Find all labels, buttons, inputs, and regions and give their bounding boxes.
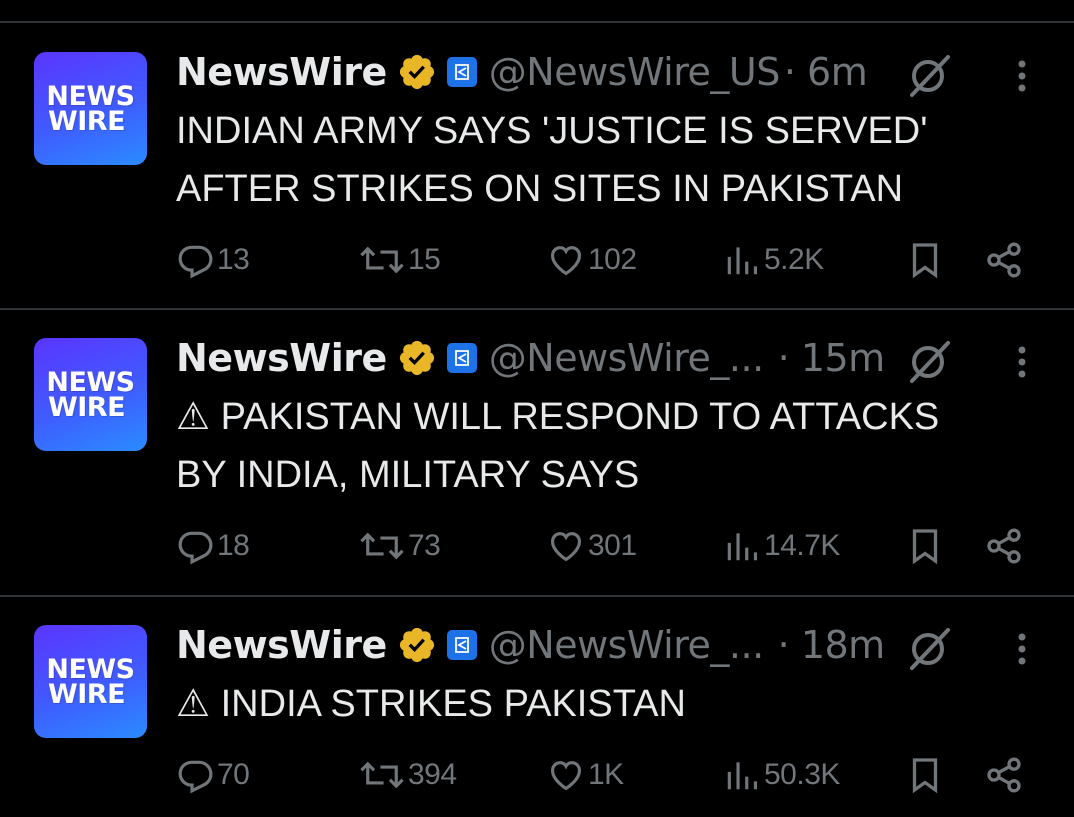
more-icon[interactable] (1010, 342, 1034, 382)
reply-icon (178, 531, 213, 565)
more-icon[interactable] (1010, 56, 1034, 96)
affiliate-badge-icon[interactable] (446, 57, 477, 87)
views-count: 14.7K (764, 529, 840, 562)
author-handle[interactable]: @NewsWire_... (489, 623, 764, 667)
bookmark-button[interactable] (907, 526, 943, 566)
like-button[interactable]: 102 (546, 240, 637, 280)
verified-badge-icon[interactable] (397, 52, 437, 92)
share-icon (987, 242, 1021, 278)
affiliate-badge-icon[interactable] (446, 630, 477, 660)
views-count: 5.2K (764, 243, 824, 276)
divider (0, 308, 1074, 310)
avatar-text-news: NEWS (46, 366, 135, 398)
views-count: 50.3K (764, 758, 840, 791)
author-name[interactable]: NewsWire (176, 336, 387, 380)
tweet-text-line: ⚠ PAKISTAN WILL RESPOND TO ATTACKS (176, 396, 940, 438)
views-icon (727, 762, 758, 790)
bookmark-icon (912, 529, 938, 565)
tweet-text-line: AFTER STRIKES ON SITES IN PAKISTAN (176, 168, 904, 210)
author-handle[interactable]: @NewsWire_... (489, 336, 764, 380)
retweet-icon (360, 246, 404, 274)
tweet-text[interactable]: ⚠ INDIA STRIKES PAKISTAN (176, 675, 1026, 733)
more-icon[interactable] (1010, 629, 1034, 669)
reply-count: 13 (217, 243, 250, 276)
retweet-count: 15 (408, 243, 441, 276)
affiliate-badge-icon[interactable] (446, 343, 477, 373)
views-button[interactable]: 50.3K (722, 755, 840, 795)
retweet-button[interactable]: 394 (358, 755, 457, 795)
tweet-text-line: ⚠ INDIA STRIKES PAKISTAN (176, 683, 686, 725)
reply-button[interactable]: 70 (177, 755, 250, 795)
avatar-text-wire: WIRE (47, 678, 126, 710)
share-icon (987, 757, 1021, 793)
like-icon (550, 246, 582, 276)
verified-badge-icon[interactable] (397, 338, 437, 378)
reply-button[interactable]: 18 (177, 526, 250, 566)
tweet-text[interactable]: ⚠ PAKISTAN WILL RESPOND TO ATTACKS BY IN… (176, 388, 1026, 504)
tweet-text[interactable]: INDIAN ARMY SAYS 'JUSTICE IS SERVED' AFT… (176, 102, 1026, 218)
divider-top (0, 21, 1074, 23)
retweet-icon (360, 761, 404, 789)
views-icon (727, 533, 758, 561)
author-handle[interactable]: @NewsWire_US (489, 50, 781, 94)
avatar[interactable]: NEWS WIRE (34, 338, 147, 451)
like-count: 102 (588, 243, 637, 276)
timestamp[interactable]: · 18m (778, 623, 886, 667)
grok-icon[interactable] (906, 340, 954, 384)
avatar-text-news: NEWS (46, 80, 135, 112)
reply-icon (178, 245, 213, 279)
share-button[interactable] (984, 240, 1024, 280)
like-icon (550, 761, 582, 791)
reply-count: 70 (217, 758, 250, 791)
tweet-header: NewsWire @NewsWire_... · 15m (176, 336, 885, 380)
action-bar: 70 394 1K 50.3K (0, 755, 1074, 795)
views-button[interactable]: 5.2K (722, 240, 824, 280)
bookmark-button[interactable] (907, 755, 943, 795)
timestamp[interactable]: · 6m (784, 50, 868, 94)
author-name[interactable]: NewsWire (176, 623, 387, 667)
like-button[interactable]: 1K (546, 755, 624, 795)
retweet-icon (360, 532, 404, 560)
retweet-button[interactable]: 73 (358, 526, 441, 566)
bookmark-button[interactable] (907, 240, 943, 280)
like-count: 301 (588, 529, 637, 562)
reply-icon (178, 760, 213, 794)
bookmark-icon (912, 758, 938, 794)
avatar-text-news: NEWS (46, 653, 135, 685)
share-icon (987, 528, 1021, 564)
avatar-text-wire: WIRE (47, 105, 126, 137)
avatar-text-wire: WIRE (47, 391, 126, 423)
avatar[interactable]: NEWS WIRE (34, 52, 147, 165)
views-icon (727, 247, 758, 275)
grok-icon[interactable] (906, 627, 954, 671)
reply-count: 18 (217, 529, 250, 562)
retweet-count: 394 (408, 758, 457, 791)
action-bar: 13 15 102 5.2K (0, 240, 1074, 280)
views-button[interactable]: 14.7K (722, 526, 840, 566)
grok-icon[interactable] (906, 54, 954, 98)
retweet-button[interactable]: 15 (358, 240, 441, 280)
avatar[interactable]: NEWS WIRE (34, 625, 147, 738)
action-bar: 18 73 301 14.7K (0, 526, 1074, 566)
bookmark-icon (912, 243, 938, 279)
divider (0, 595, 1074, 597)
author-name[interactable]: NewsWire (176, 50, 387, 94)
timestamp[interactable]: · 15m (778, 336, 886, 380)
tweet-text-line: INDIAN ARMY SAYS 'JUSTICE IS SERVED' (176, 110, 928, 152)
tweet-header: NewsWire @NewsWire_US · 6m (176, 50, 868, 94)
like-count: 1K (588, 758, 624, 791)
like-button[interactable]: 301 (546, 526, 637, 566)
tweet-header: NewsWire @NewsWire_... · 18m (176, 623, 885, 667)
tweet-text-line: BY INDIA, MILITARY SAYS (176, 454, 640, 496)
like-icon (550, 532, 582, 562)
retweet-count: 73 (408, 529, 441, 562)
share-button[interactable] (984, 755, 1024, 795)
share-button[interactable] (984, 526, 1024, 566)
verified-badge-icon[interactable] (397, 625, 437, 665)
reply-button[interactable]: 13 (177, 240, 250, 280)
